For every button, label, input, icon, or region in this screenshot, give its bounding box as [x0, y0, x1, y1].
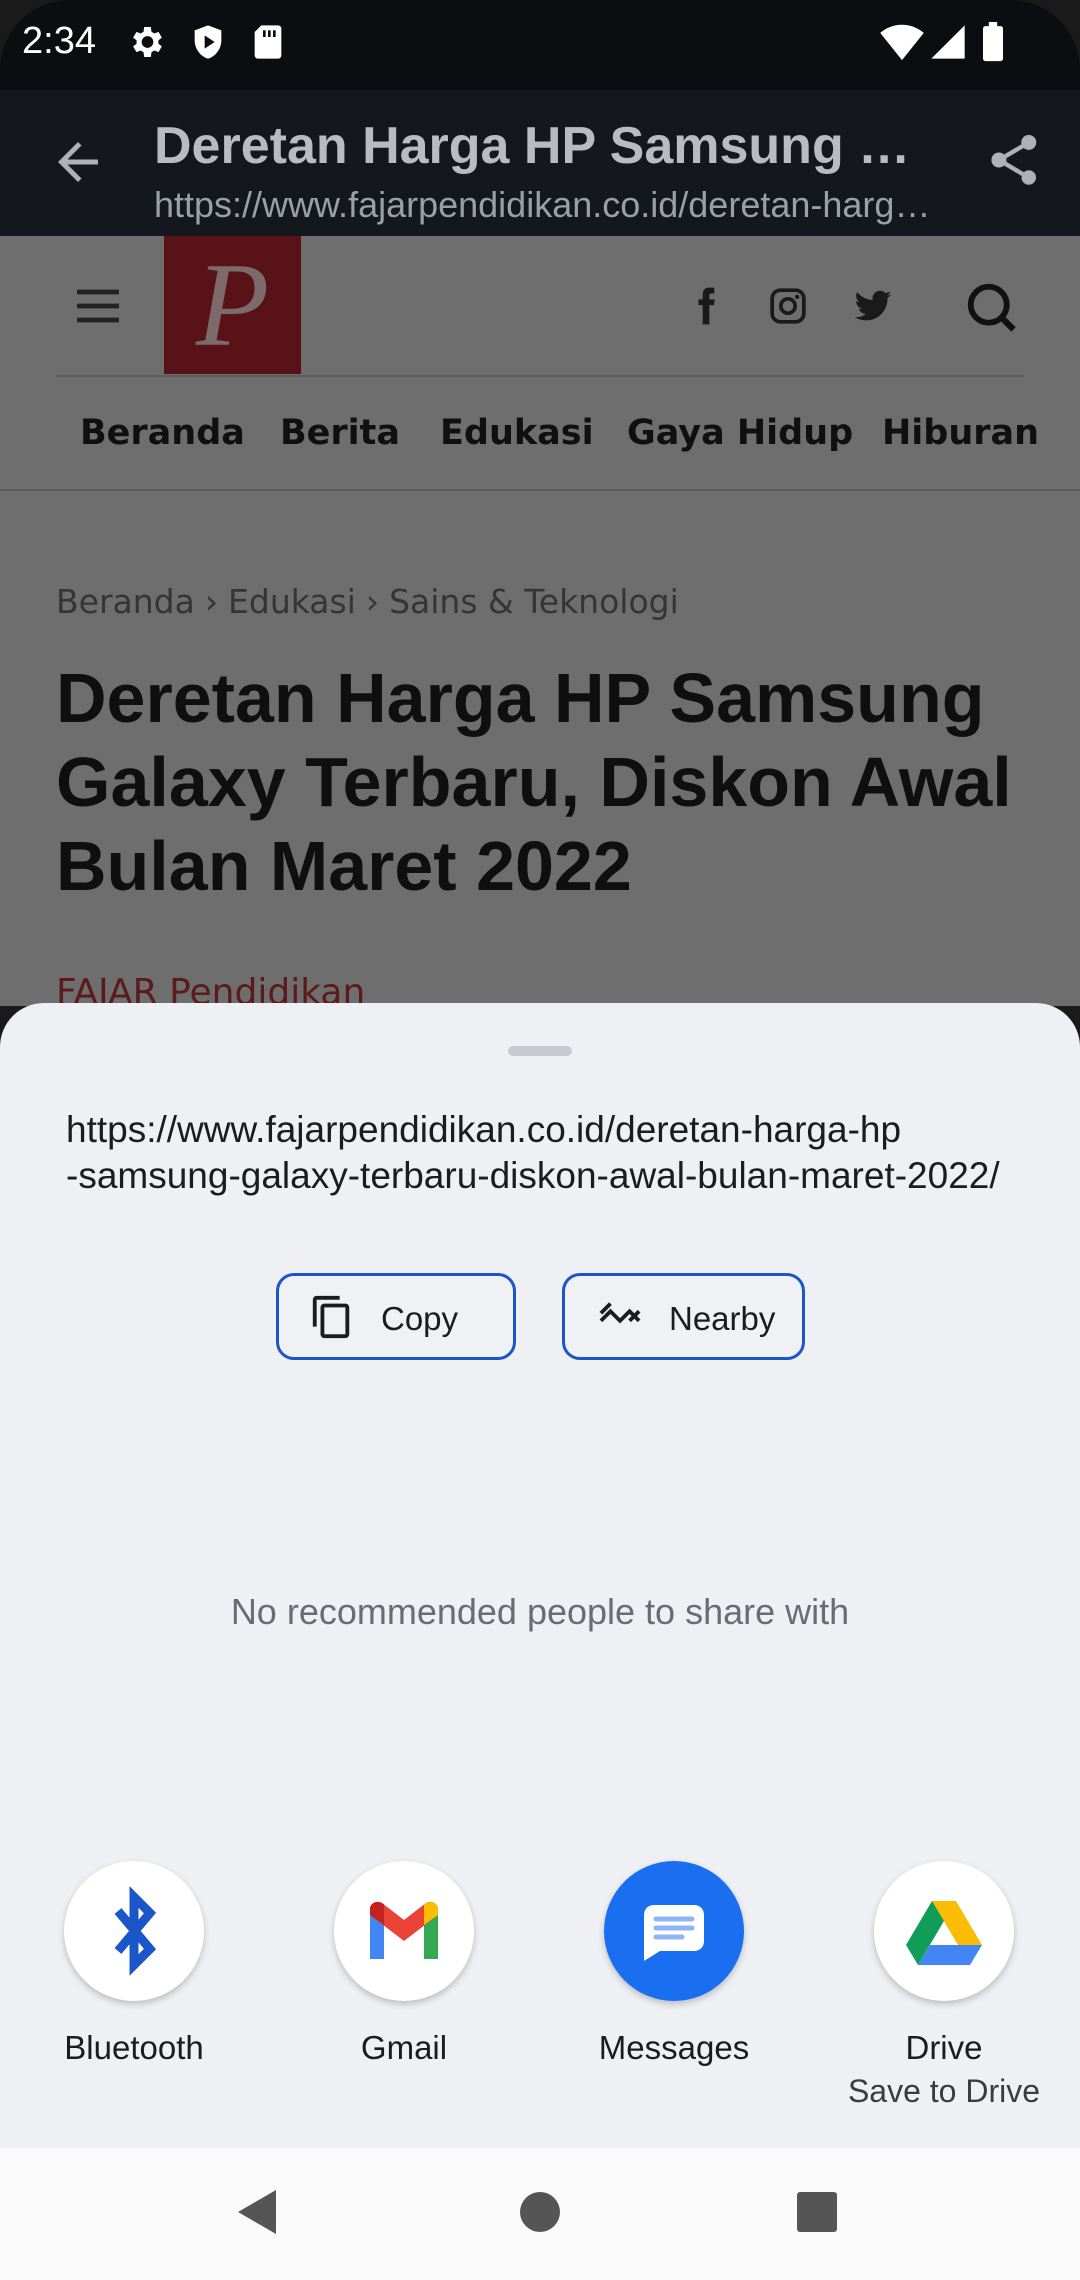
settings-icon: [126, 22, 166, 62]
chevron-right-icon: ›: [365, 582, 380, 621]
nav-home-icon[interactable]: [519, 2191, 561, 2233]
app-label: Drive: [905, 2029, 983, 2066]
nav-edukasi[interactable]: Edukasi: [440, 413, 594, 453]
sd-card-icon: [248, 22, 288, 62]
app-label: Bluetooth: [64, 2029, 204, 2066]
page-title: Deretan Harga HP Samsung Galaxy Terbaru,…: [154, 117, 944, 175]
webpage-content: P Beranda Berita Edukasi Gaya Hidup Hibu…: [0, 236, 1080, 1006]
shield-icon: [188, 22, 228, 62]
nearby-button[interactable]: Nearby: [562, 1273, 805, 1360]
chevron-right-icon: ›: [204, 582, 219, 621]
page-url: https://www.fajarpendidikan.co.id/dereta…: [154, 184, 944, 225]
site-logo[interactable]: P: [164, 236, 301, 374]
share-icon[interactable]: [984, 130, 1044, 190]
breadcrumb-item[interactable]: Sains & Teknologi: [389, 582, 679, 621]
nearby-share-icon: [597, 1296, 643, 1338]
nearby-label: Nearby: [669, 1300, 776, 1337]
app-label: Messages: [598, 2029, 750, 2066]
drag-handle[interactable]: [508, 1046, 572, 1056]
custom-tab-toolbar: Deretan Harga HP Samsung Galaxy Terbaru,…: [0, 90, 1080, 236]
signal-icon: [928, 22, 968, 62]
shared-url-line: -samsung-galaxy-terbaru-diskon-awal-bula…: [66, 1155, 1000, 1196]
breadcrumb: Beranda › Edukasi › Sains & Teknologi: [56, 582, 689, 621]
facebook-icon[interactable]: [686, 286, 726, 326]
app-label: Gmail: [360, 2029, 448, 2066]
nav-hiburan[interactable]: Hiburan: [882, 413, 1039, 453]
twitter-icon[interactable]: [852, 286, 894, 326]
article-author[interactable]: FAJAR Pendidikan: [56, 972, 365, 1006]
nav-berita[interactable]: Berita: [280, 413, 400, 453]
messages-icon: [604, 1861, 744, 2001]
no-recommendations-text: No recommended people to share with: [230, 1591, 850, 1632]
share-target-gmail[interactable]: Gmail: [304, 1861, 504, 2111]
nav-back-icon[interactable]: [236, 2188, 280, 2236]
shared-url-line: https://www.fajarpendidikan.co.id/dereta…: [66, 1109, 902, 1150]
instagram-icon[interactable]: [768, 286, 808, 326]
battery-icon: [978, 22, 1008, 62]
shared-url: https://www.fajarpendidikan.co.id/dereta…: [66, 1107, 1026, 1199]
site-nav: Beranda Berita Edukasi Gaya Hidup Hibura…: [0, 377, 1080, 491]
copy-label: Copy: [381, 1300, 459, 1337]
share-target-messages[interactable]: Messages: [574, 1861, 774, 2111]
app-sublabel: Save to Drive: [847, 2073, 1041, 2109]
google-drive-icon: [874, 1861, 1014, 2001]
share-target-drive[interactable]: Drive Save to Drive: [844, 1861, 1044, 2111]
copy-button[interactable]: Copy: [276, 1273, 516, 1360]
logo-letter: P: [195, 238, 270, 371]
bluetooth-icon: [64, 1861, 204, 2001]
share-sheet: https://www.fajarpendidikan.co.id/dereta…: [0, 1003, 1080, 2148]
breadcrumb-item[interactable]: Edukasi: [228, 582, 356, 621]
back-arrow-icon[interactable]: [48, 132, 108, 192]
share-target-bluetooth[interactable]: Bluetooth: [34, 1861, 234, 2111]
wifi-icon: [880, 22, 924, 62]
gmail-icon: [334, 1861, 474, 2001]
site-header: P: [0, 236, 1080, 376]
nav-gaya-hidup[interactable]: Gaya Hidup: [627, 413, 853, 453]
article-title: Deretan Harga HP Samsung Galaxy Terbaru,…: [56, 659, 1012, 905]
breadcrumb-item[interactable]: Beranda: [56, 582, 195, 621]
status-bar: 2:34: [0, 0, 1080, 90]
system-nav-bar: [0, 2148, 1080, 2280]
nav-recents-icon[interactable]: [797, 2192, 837, 2232]
status-time: 2:34: [22, 20, 96, 62]
copy-icon: [309, 1294, 355, 1340]
nav-beranda[interactable]: Beranda: [80, 413, 245, 453]
hamburger-menu-icon[interactable]: [70, 278, 126, 334]
search-icon[interactable]: [964, 280, 1018, 334]
